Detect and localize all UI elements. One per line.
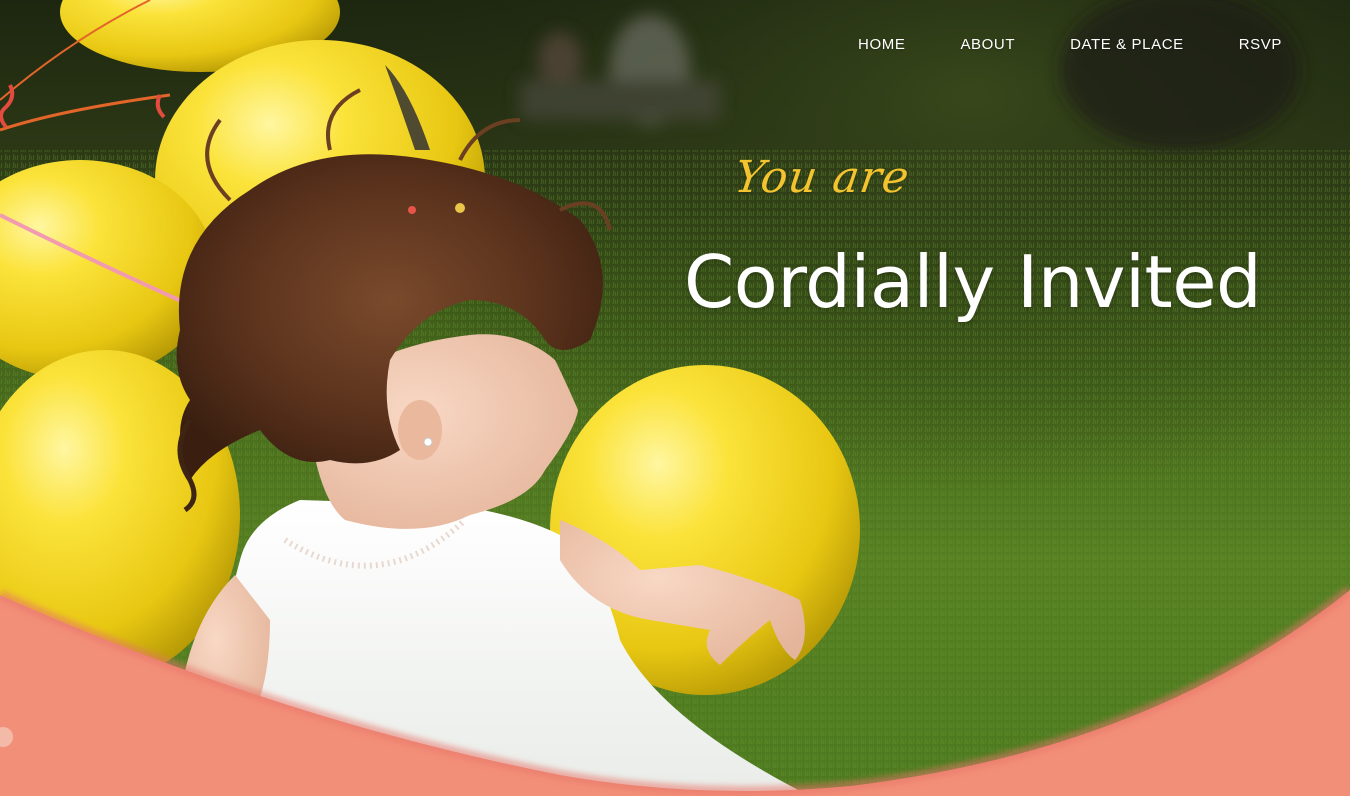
nav-item-home[interactable]: HOME	[858, 36, 905, 53]
hero-section: HOME ABOUT DATE & PLACE RSVP You are Cor…	[0, 0, 1350, 796]
nav-item-rsvp[interactable]: RSVP	[1239, 36, 1282, 53]
hero-eyebrow: You are	[731, 152, 913, 203]
main-nav: HOME ABOUT DATE & PLACE RSVP	[803, 36, 1282, 53]
hero-background-photo	[0, 0, 1350, 796]
hero-title: Cordially Invited	[684, 240, 1262, 324]
nav-item-date-place[interactable]: DATE & PLACE	[1070, 36, 1184, 53]
nav-item-about[interactable]: ABOUT	[960, 36, 1015, 53]
